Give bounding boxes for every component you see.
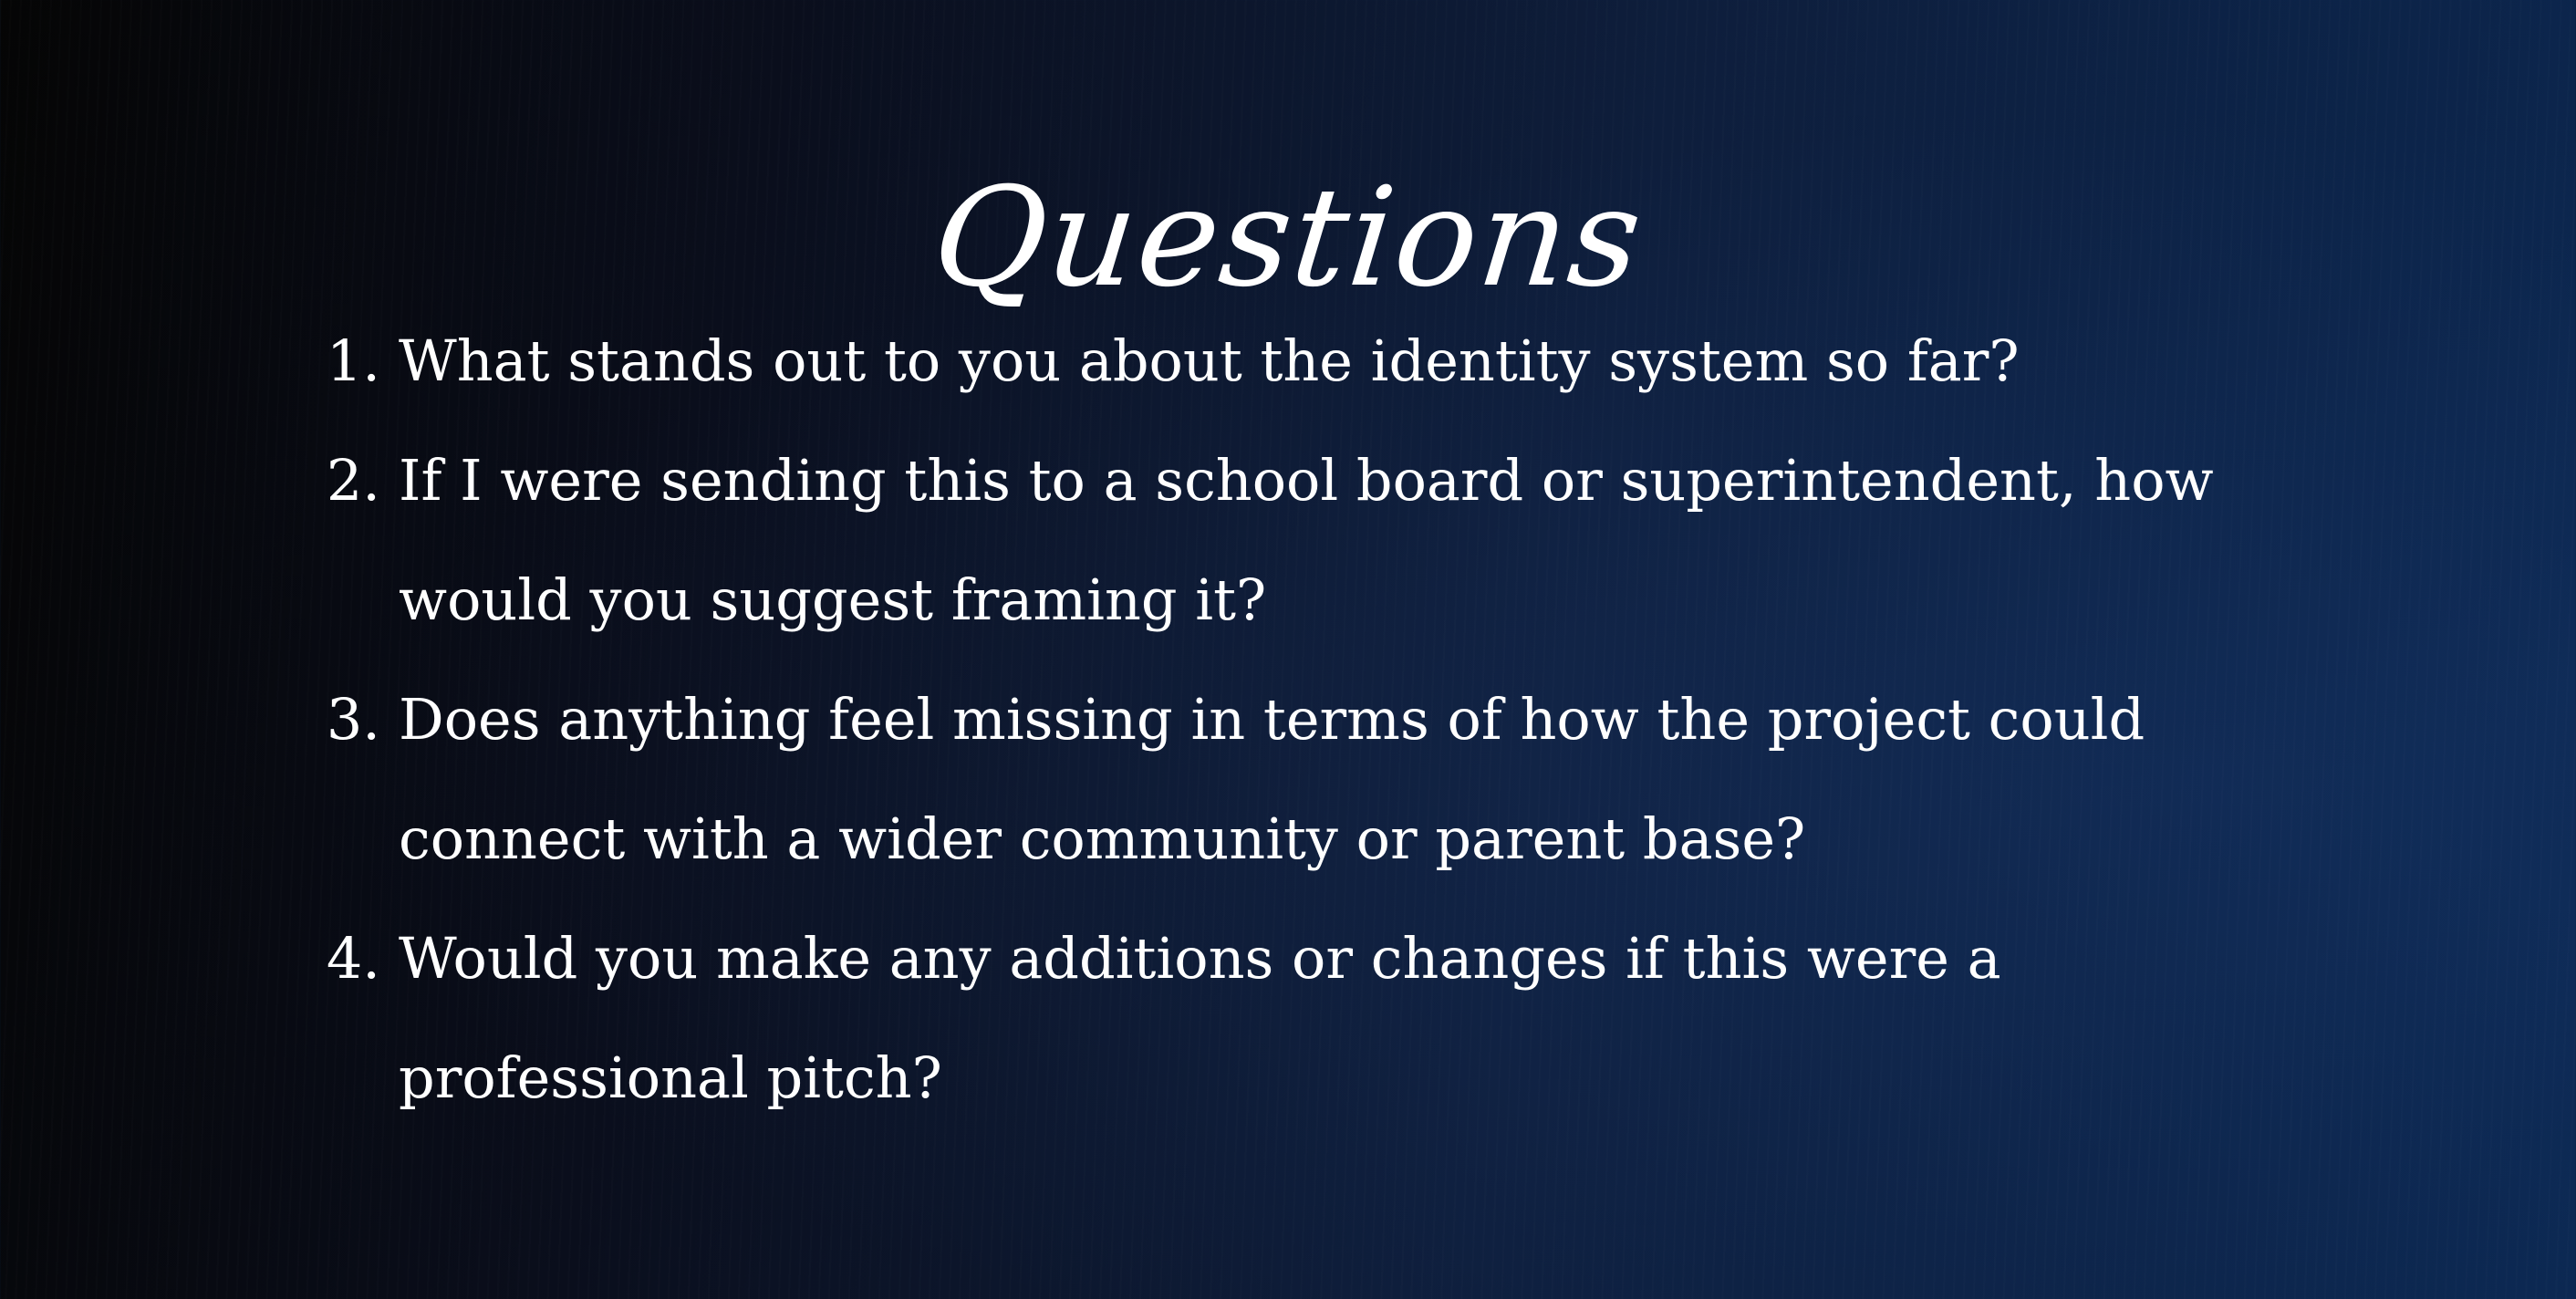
question-item: 4. Would you make any additions or chang… bbox=[306, 899, 2221, 1138]
question-text: What stands out to you about the identit… bbox=[399, 327, 2020, 394]
question-number: 3. bbox=[326, 686, 380, 753]
question-text: If I were sending this to a school board… bbox=[399, 447, 2214, 633]
question-item: 3. Does anything feel missing in terms o… bbox=[306, 660, 2221, 899]
slide-title: Questions bbox=[926, 158, 1650, 317]
question-number: 4. bbox=[326, 925, 380, 992]
slide: Questions 1. What stands out to you abou… bbox=[0, 0, 2576, 1299]
question-number: 2. bbox=[326, 447, 380, 514]
question-text: Would you make any additions or changes … bbox=[399, 925, 2001, 1111]
question-text: Does anything feel missing in terms of h… bbox=[399, 686, 2145, 872]
question-item: 1. What stands out to you about the iden… bbox=[306, 301, 2221, 421]
question-item: 2. If I were sending this to a school bo… bbox=[306, 421, 2221, 660]
question-number: 1. bbox=[326, 327, 380, 394]
question-list: 1. What stands out to you about the iden… bbox=[306, 301, 2221, 1138]
